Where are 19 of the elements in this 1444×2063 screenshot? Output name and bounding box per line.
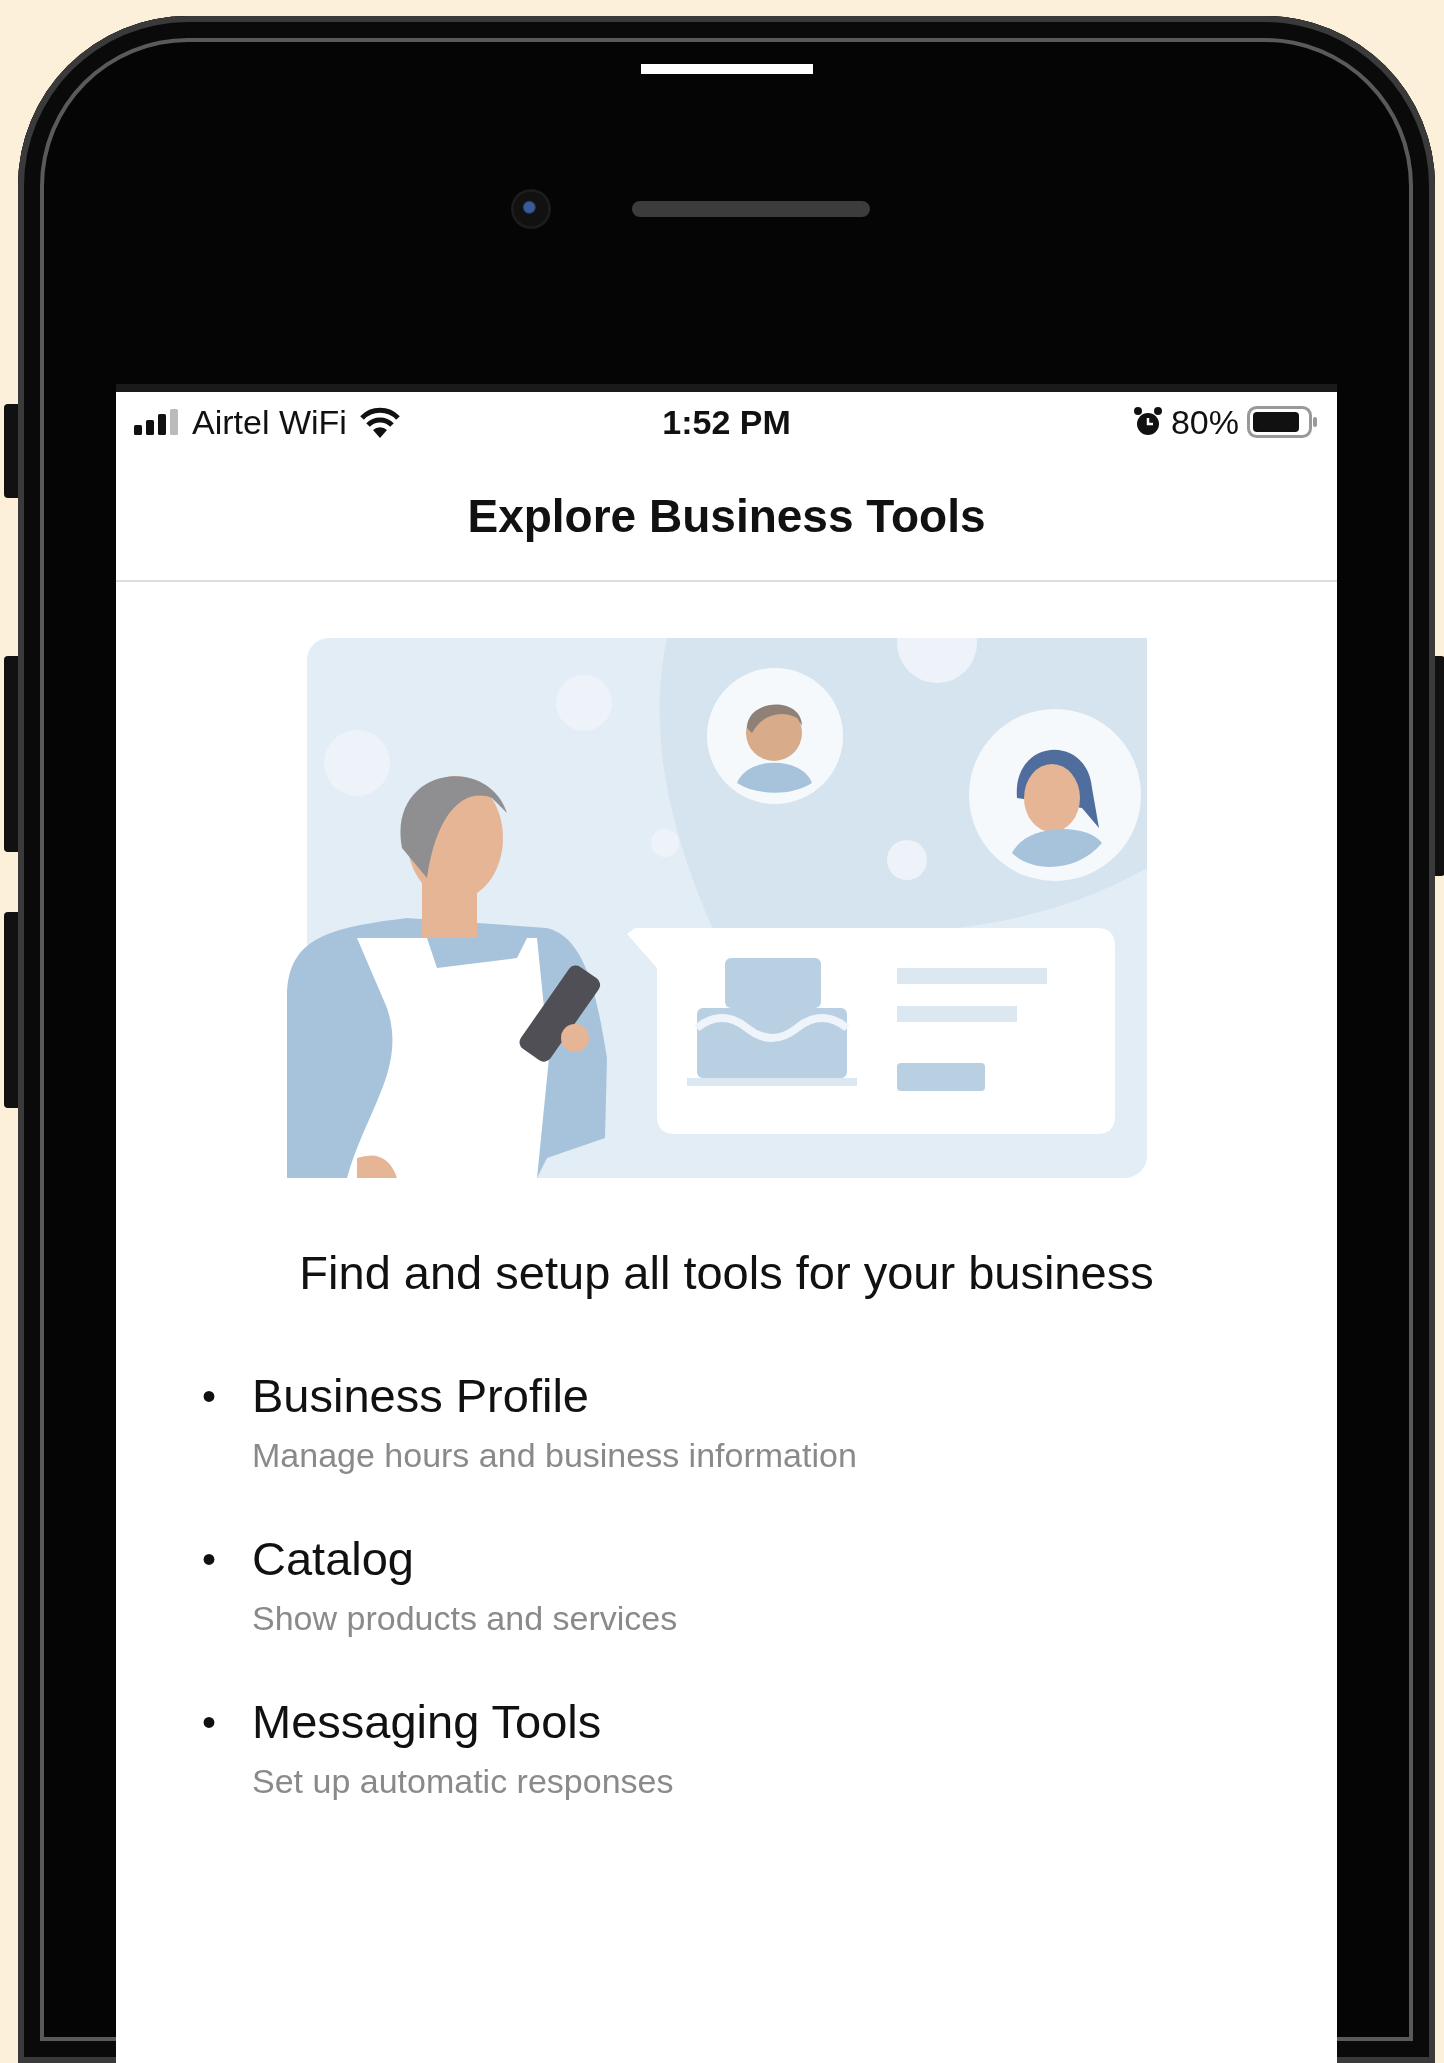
- wifi-icon: [358, 406, 401, 438]
- bullet-point: •: [202, 1536, 217, 1583]
- feature-description: Show products and services: [252, 1599, 679, 1638]
- bullet-point: •: [202, 1373, 217, 1420]
- signal-icon: [134, 409, 180, 435]
- battery-icon: [1247, 406, 1319, 438]
- feature-title: Catalog: [252, 1533, 415, 1585]
- feature-title: Messaging Tools: [252, 1696, 603, 1748]
- feature-description: Set up automatic responses: [252, 1762, 675, 1801]
- status-time: 1:52 PM: [662, 402, 791, 442]
- intro-text: Find and setup all tools for your business: [299, 1245, 1154, 1300]
- screen-title: Explore Business Tools: [467, 489, 986, 544]
- camera-icon: [513, 192, 548, 226]
- battery-percentage: 80%: [1170, 402, 1239, 442]
- bullet-point: •: [202, 1699, 217, 1746]
- alarm-clock-icon: [1132, 406, 1163, 438]
- feature-title: Business Profile: [252, 1370, 590, 1422]
- feature-description: Manage hours and business information: [252, 1436, 857, 1475]
- carrier-name: Airtel WiFi: [192, 402, 347, 442]
